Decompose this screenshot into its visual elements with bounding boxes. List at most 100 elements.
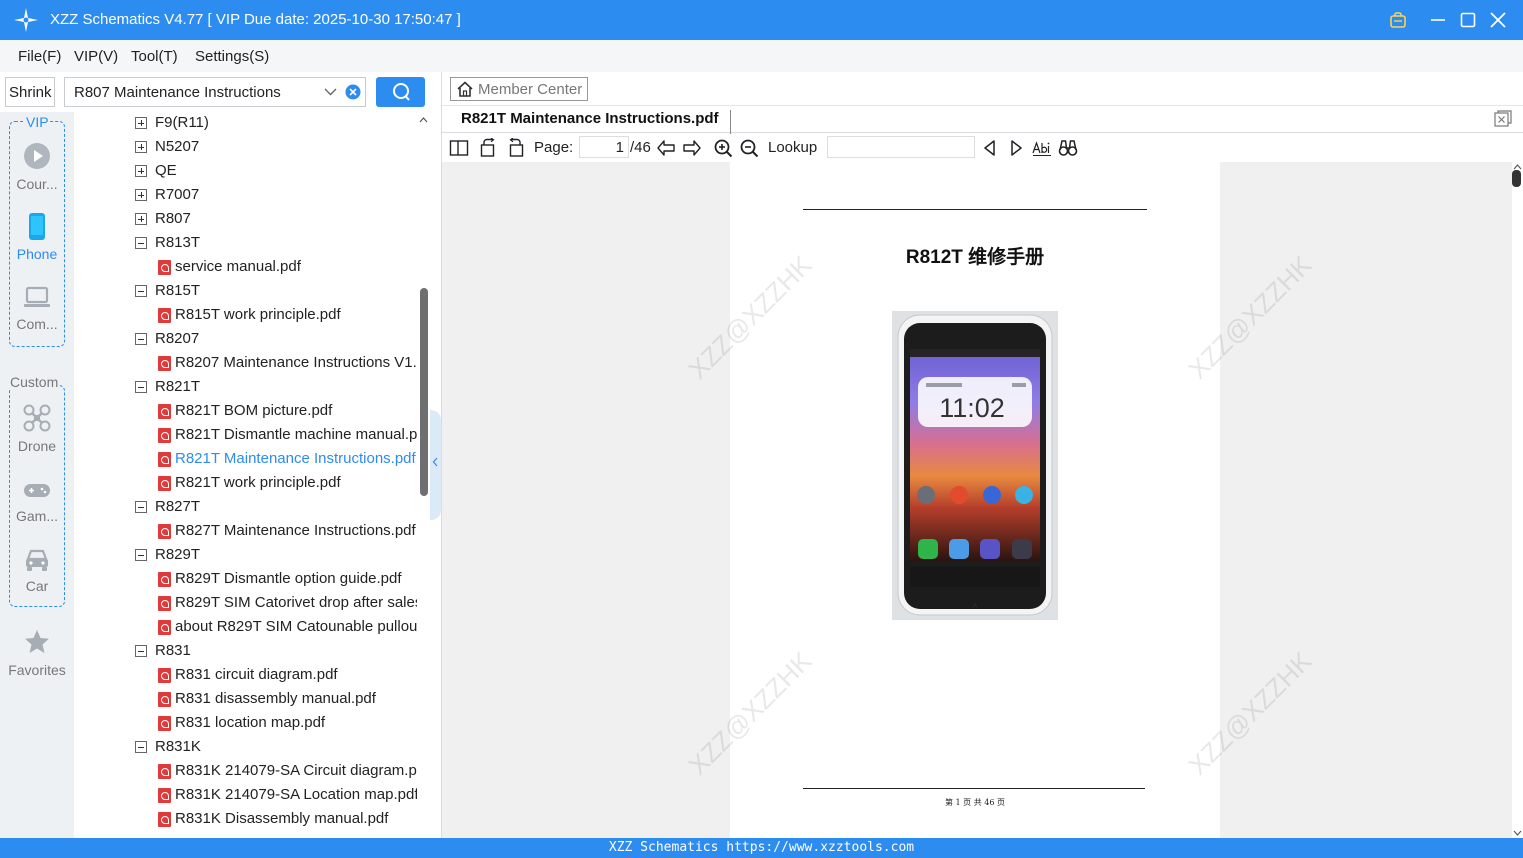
- expand-icon[interactable]: [135, 213, 147, 225]
- tree-file[interactable]: R8207 Maintenance Instructions V1.(: [155, 352, 417, 376]
- zoom-in-icon[interactable]: [713, 138, 733, 158]
- expand-icon[interactable]: [135, 165, 147, 177]
- rail-item-car[interactable]: Car: [0, 542, 74, 602]
- tree-file[interactable]: about R829T SIM Catounable pullou: [155, 616, 417, 640]
- menu-file[interactable]: File(F): [18, 48, 61, 65]
- tree-file[interactable]: service manual.pdf: [155, 256, 417, 280]
- find-all-binoculars-icon[interactable]: [1058, 138, 1078, 158]
- previous-page-icon[interactable]: [656, 138, 676, 158]
- search-combobox[interactable]: R807 Maintenance Instructions: [64, 77, 366, 107]
- tree-folder[interactable]: QE: [135, 160, 415, 184]
- tree-folder[interactable]: N5207: [135, 136, 415, 160]
- expand-icon[interactable]: [135, 117, 147, 129]
- collapse-icon[interactable]: [135, 741, 147, 753]
- minimize-button[interactable]: [1426, 8, 1450, 32]
- expand-icon[interactable]: [135, 141, 147, 153]
- tree-file[interactable]: R831K Disassembly manual.pdf: [155, 808, 417, 832]
- tree-folder[interactable]: R831: [135, 640, 415, 664]
- window-title: XZZ Schematics V4.77 [ VIP Due date: 202…: [50, 11, 461, 28]
- tree-folder[interactable]: R831K: [135, 736, 415, 760]
- tree-item-label: F9(R11): [155, 114, 209, 131]
- tree-file[interactable]: R821T work principle.pdf: [155, 472, 417, 496]
- collapse-icon[interactable]: [135, 549, 147, 561]
- tree-item-label: R7007: [155, 186, 200, 203]
- collapse-icon[interactable]: [135, 285, 147, 297]
- tree-file[interactable]: R831K 214079-SA Circuit diagram.pc: [155, 760, 417, 784]
- tree-folder[interactable]: R813T: [135, 232, 415, 256]
- viewer-scroll-thumb[interactable]: [1512, 170, 1521, 187]
- rail-item-phone[interactable]: Phone: [0, 210, 74, 270]
- tree-file[interactable]: R831K 214079-SA Location map.pdf: [155, 784, 417, 808]
- search-input[interactable]: R807 Maintenance Instructions: [74, 84, 281, 101]
- member-center-button[interactable]: Member Center: [450, 77, 588, 101]
- rail-item-drone[interactable]: Drone: [0, 402, 74, 462]
- collapse-icon[interactable]: [135, 237, 147, 249]
- close-tab-icon[interactable]: [1494, 110, 1512, 127]
- collapse-icon[interactable]: [135, 333, 147, 345]
- tree-item-label: R831 location map.pdf: [175, 714, 326, 731]
- page-number-input[interactable]: 1: [579, 136, 629, 158]
- menu-vip[interactable]: VIP(V): [74, 48, 118, 65]
- pdf-file-icon: [158, 620, 171, 635]
- viewer-scrollbar[interactable]: [1512, 162, 1523, 838]
- pdf-file-icon: [158, 788, 171, 803]
- tree-folder[interactable]: R829T: [135, 544, 415, 568]
- tree-item-label: R827T: [155, 498, 201, 515]
- tree-folder[interactable]: R815T: [135, 280, 415, 304]
- maximize-button[interactable]: [1456, 8, 1480, 32]
- svg-text:^: ^: [973, 603, 978, 614]
- rail-item-computer[interactable]: Com...: [0, 280, 74, 340]
- title-bar[interactable]: XZZ Schematics V4.77 [ VIP Due date: 202…: [0, 0, 1523, 40]
- tree-folder[interactable]: R7007: [135, 184, 415, 208]
- tab-document[interactable]: R821T Maintenance Instructions.pdf: [450, 110, 731, 134]
- collapse-icon[interactable]: [135, 501, 147, 513]
- tree-file[interactable]: R821T Maintenance Instructions.pdf: [155, 448, 417, 472]
- rail-item-games[interactable]: Gam...: [0, 472, 74, 532]
- collapse-icon[interactable]: [135, 645, 147, 657]
- rotate-left-icon[interactable]: [479, 138, 499, 158]
- rail-item-courses[interactable]: Cour...: [0, 140, 74, 200]
- chevron-down-icon[interactable]: [324, 87, 337, 97]
- sidebar-toggle-icon[interactable]: [449, 138, 469, 158]
- tree-folder[interactable]: R8207: [135, 328, 415, 352]
- find-previous-icon[interactable]: [980, 138, 1000, 158]
- menu-settings[interactable]: Settings(S): [195, 48, 269, 65]
- tree-scroll-thumb[interactable]: [420, 288, 428, 496]
- tree-file[interactable]: R827T Maintenance Instructions.pdf: [155, 520, 417, 544]
- lookup-label: Lookup: [768, 139, 818, 156]
- shrink-button[interactable]: Shrink: [5, 77, 55, 107]
- scroll-up-icon[interactable]: [419, 116, 428, 123]
- clear-search-icon[interactable]: [345, 84, 361, 100]
- collapse-icon[interactable]: [135, 381, 147, 393]
- tree-file[interactable]: R831 disassembly manual.pdf: [155, 688, 417, 712]
- pdf-file-icon: [158, 692, 171, 707]
- scroll-down-icon[interactable]: [1513, 830, 1522, 836]
- tree-file[interactable]: R829T SIM Catorivet drop after sales: [155, 592, 417, 616]
- zoom-out-icon[interactable]: [739, 138, 759, 158]
- rotate-right-icon[interactable]: [505, 138, 525, 158]
- lookup-input[interactable]: [827, 136, 975, 158]
- pdf-viewer[interactable]: R812T 维修手册 11:02 ^ XZZ@XZZHK XZZ@XZZHK X…: [442, 162, 1512, 838]
- expand-icon[interactable]: [135, 189, 147, 201]
- tree-file[interactable]: R821T Dismantle machine manual.p: [155, 424, 417, 448]
- rail-item-favorites[interactable]: Favorites: [0, 628, 74, 684]
- tree-folder[interactable]: R821T: [135, 376, 415, 400]
- match-case-icon[interactable]: [1032, 138, 1052, 158]
- tree-file[interactable]: R829T Dismantle option guide.pdf: [155, 568, 417, 592]
- menu-tool[interactable]: Tool(T): [131, 48, 178, 65]
- find-next-icon[interactable]: [1006, 138, 1026, 158]
- close-button[interactable]: [1486, 8, 1510, 32]
- tree-folder[interactable]: F9(R11): [135, 112, 415, 136]
- tree-item-label: R829T: [155, 546, 201, 563]
- tree-file[interactable]: R831 circuit diagram.pdf: [155, 664, 417, 688]
- search-button[interactable]: [376, 77, 425, 107]
- next-page-icon[interactable]: [682, 138, 702, 158]
- tree-folder[interactable]: R827T: [135, 496, 415, 520]
- tree-file[interactable]: R831 location map.pdf: [155, 712, 417, 736]
- tree-file[interactable]: R815T work principle.pdf: [155, 304, 417, 328]
- tree-file[interactable]: R821T BOM picture.pdf: [155, 400, 417, 424]
- vip-bag-button[interactable]: [1386, 8, 1410, 32]
- collapse-sidebar-handle[interactable]: [430, 410, 441, 520]
- phone-icon: [29, 213, 45, 240]
- tree-folder[interactable]: R807: [135, 208, 415, 232]
